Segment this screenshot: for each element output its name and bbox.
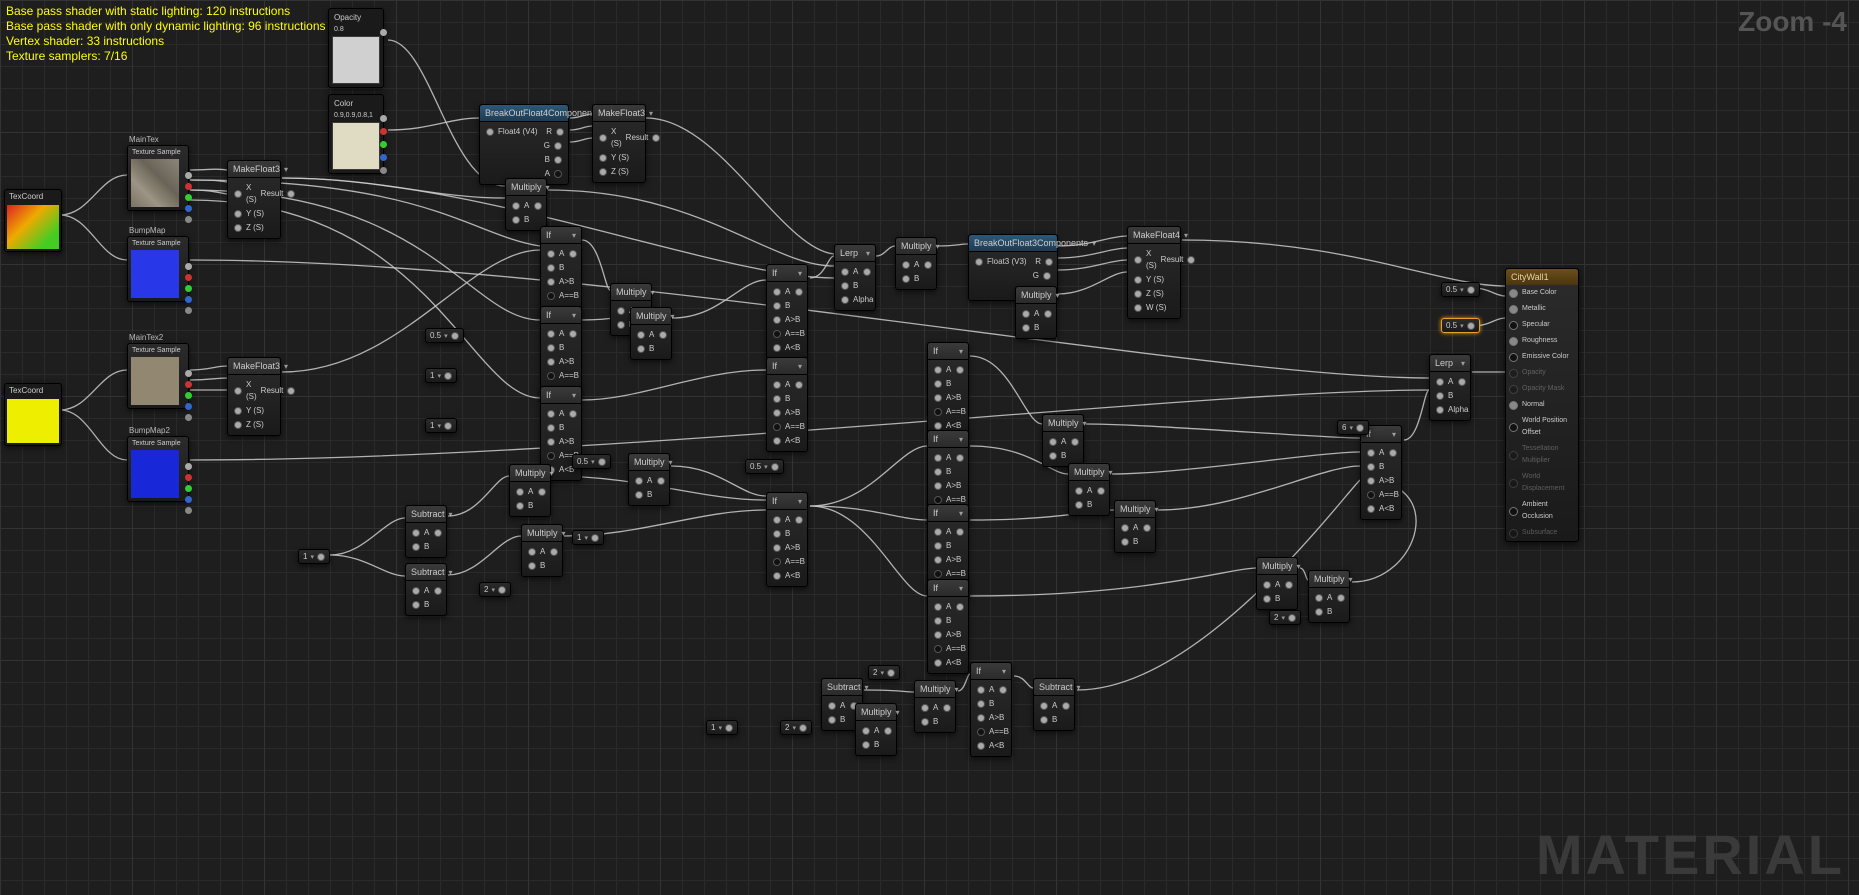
bumpmap2-thumb [131, 450, 179, 498]
const-node[interactable]: 2▾ [780, 720, 812, 735]
multiply-node[interactable]: Multiply▾ A B [521, 524, 563, 577]
multiply-node[interactable]: Multiply▾ A B [505, 178, 547, 231]
watermark: MATERIAL [1536, 822, 1845, 887]
multiply-node[interactable]: Multiply▾ A B [914, 680, 956, 733]
multiply-node[interactable]: Multiply▾ A B [895, 237, 937, 290]
color-preview [332, 122, 380, 170]
multiply-node[interactable]: Multiply▾ A B [1256, 557, 1298, 610]
if-node[interactable]: If▾ A B A>B A==B A<B [970, 662, 1012, 757]
const-node[interactable]: 1▾ [425, 368, 457, 383]
chevron-down-icon: ▾ [284, 362, 288, 371]
if-node[interactable]: If▾ A B A>B A==B A<B [766, 264, 808, 359]
multiply-node[interactable]: Multiply▾ A B [628, 453, 670, 506]
texcoord-preview [7, 205, 59, 249]
chevron-down-icon: ▾ [284, 165, 288, 174]
param-color[interactable]: Color 0.9,0.9,0.8,1 [328, 94, 384, 174]
const-node[interactable]: 1▾ [298, 549, 330, 564]
const-node[interactable]: 2▾ [1269, 610, 1301, 625]
const-node[interactable]: 1▾ [572, 530, 604, 545]
const-node[interactable]: 0.5▾ [745, 459, 784, 474]
multiply-node[interactable]: Multiply▾ A B [1068, 463, 1110, 516]
makefloat3-node-1[interactable]: MakeFloat3▾ X (S)Result Y (S) Z (S) [227, 160, 281, 239]
zoom-indicator: Zoom -4 [1738, 6, 1847, 38]
const-node[interactable]: 1▾ [425, 418, 457, 433]
if-node[interactable]: If▾ A B A>B A==B A<B [766, 492, 808, 587]
texcoord-preview [7, 399, 59, 443]
makefloat4-node[interactable]: MakeFloat4▾ X (S)Result Y (S) Z (S) W (S… [1127, 226, 1181, 319]
bumpmap-thumb [131, 250, 179, 298]
const-node[interactable]: 6▾ [1337, 420, 1369, 435]
chevron-down-icon: ▾ [572, 231, 576, 240]
opacity-preview [332, 36, 380, 84]
lerp-node[interactable]: Lerp▾ A B Alpha [1429, 354, 1471, 421]
chevron-down-icon: ▾ [546, 183, 550, 192]
const-node[interactable]: 0.5▾ [572, 454, 611, 469]
const-node[interactable]: 2▾ [868, 665, 900, 680]
makefloat3-node-3[interactable]: MakeFloat3▾ X (S)Result Y (S) Z (S) [592, 104, 646, 183]
multiply-node[interactable]: Multiply▾ A B [855, 703, 897, 756]
multiply-node[interactable]: Multiply▾ A B [630, 307, 672, 360]
param-opacity[interactable]: Opacity 0.8 [328, 8, 384, 88]
texture-maintex2[interactable]: MainTex2 Texture Sample [127, 332, 189, 409]
lerp-node[interactable]: Lerp▾ A B Alpha [834, 244, 876, 311]
multiply-node[interactable]: Multiply▾ A B [1308, 570, 1350, 623]
multiply-node[interactable]: Multiply▾ A B [1015, 286, 1057, 339]
material-output-node[interactable]: CityWall1 Base Color Metallic Specular R… [1505, 268, 1579, 542]
breakfloat4-node[interactable]: BreakOutFloat4Components▾ Float4 (V4)R G… [479, 104, 569, 185]
if-node[interactable]: If▾ A B A>B A==B A<B [927, 579, 969, 674]
subtract-node[interactable]: Subtract▾ A B [405, 505, 447, 558]
texture-bumpmap2[interactable]: BumpMap2 Texture Sample [127, 425, 189, 502]
if-node[interactable]: If▾ A B A>B A==B A<B [927, 342, 969, 437]
texture-maintex[interactable]: MainTex Texture Sample [127, 134, 189, 211]
texture-bumpmap[interactable]: BumpMap Texture Sample [127, 225, 189, 302]
const-node[interactable]: 0.5▾ [1441, 282, 1480, 297]
texcoord-node-2[interactable]: TexCoord [4, 383, 62, 446]
multiply-node[interactable]: Multiply▾ A B [1042, 414, 1084, 467]
texcoord-node-1[interactable]: TexCoord [4, 189, 62, 252]
const-node[interactable]: 0.5▾ [425, 328, 464, 343]
makefloat3-node-2[interactable]: MakeFloat3▾ X (S)Result Y (S) Z (S) [227, 357, 281, 436]
maintex-thumb [131, 159, 179, 207]
chevron-down-icon: ▾ [649, 109, 653, 118]
const-node[interactable]: 2▾ [479, 582, 511, 597]
if-node[interactable]: If▾ A B A>B A==B A<B [766, 357, 808, 452]
multiply-node[interactable]: Multiply▾ A B [1114, 500, 1156, 553]
shader-stats: Base pass shader with static lighting: 1… [6, 4, 326, 64]
maintex2-thumb [131, 357, 179, 405]
multiply-node[interactable]: Multiply▾ A B [509, 464, 551, 517]
subtract-node[interactable]: Subtract▾ A B [405, 563, 447, 616]
const-node[interactable]: 1▾ [706, 720, 738, 735]
if-node[interactable]: If▾ A B A>B A==B A<B [1360, 425, 1402, 520]
const-node-selected[interactable]: 0.5▾ [1441, 318, 1480, 333]
subtract-node[interactable]: Subtract▾ A B [1033, 678, 1075, 731]
